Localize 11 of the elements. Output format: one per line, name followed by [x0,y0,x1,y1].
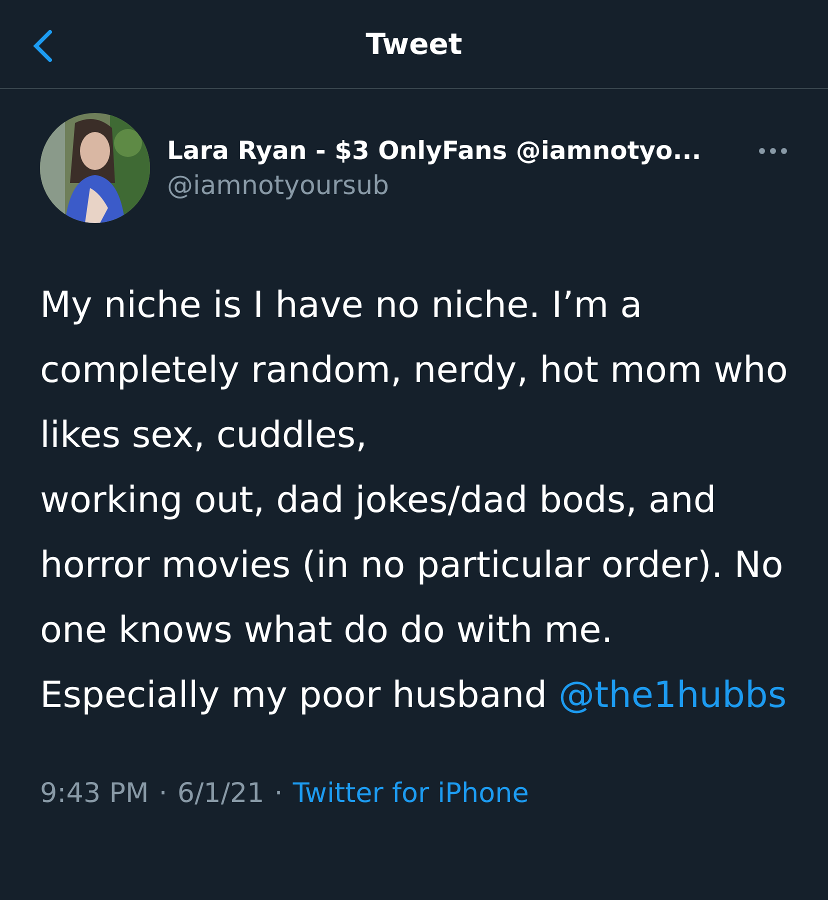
tweet-text: My niche is I have no niche. I’m a completely random, nerdy, hot mom who likes sex, cuddles, working out, dad jokes/dad bods, and horror movies (in no particular order). No one knows what do do with me. Especially my poor husband @the1hubbs [40,284,789,718]
author-name[interactable]: Lara Ryan - $3 OnlyFans @iamnotyo... [167,136,741,164]
page-title: Tweet [366,27,462,61]
source-link[interactable]: Twitter for iPhone [292,778,529,809]
more-icon[interactable] [758,147,788,155]
mention-link[interactable]: @the1hubbs [558,675,787,716]
author-handle[interactable]: @iamnotyoursub [167,170,741,200]
tweet-time: 9:43 PM [40,778,149,809]
separator: · [158,778,168,809]
separator: · [274,778,283,809]
tweet-date: 6/1/21 [177,778,264,809]
